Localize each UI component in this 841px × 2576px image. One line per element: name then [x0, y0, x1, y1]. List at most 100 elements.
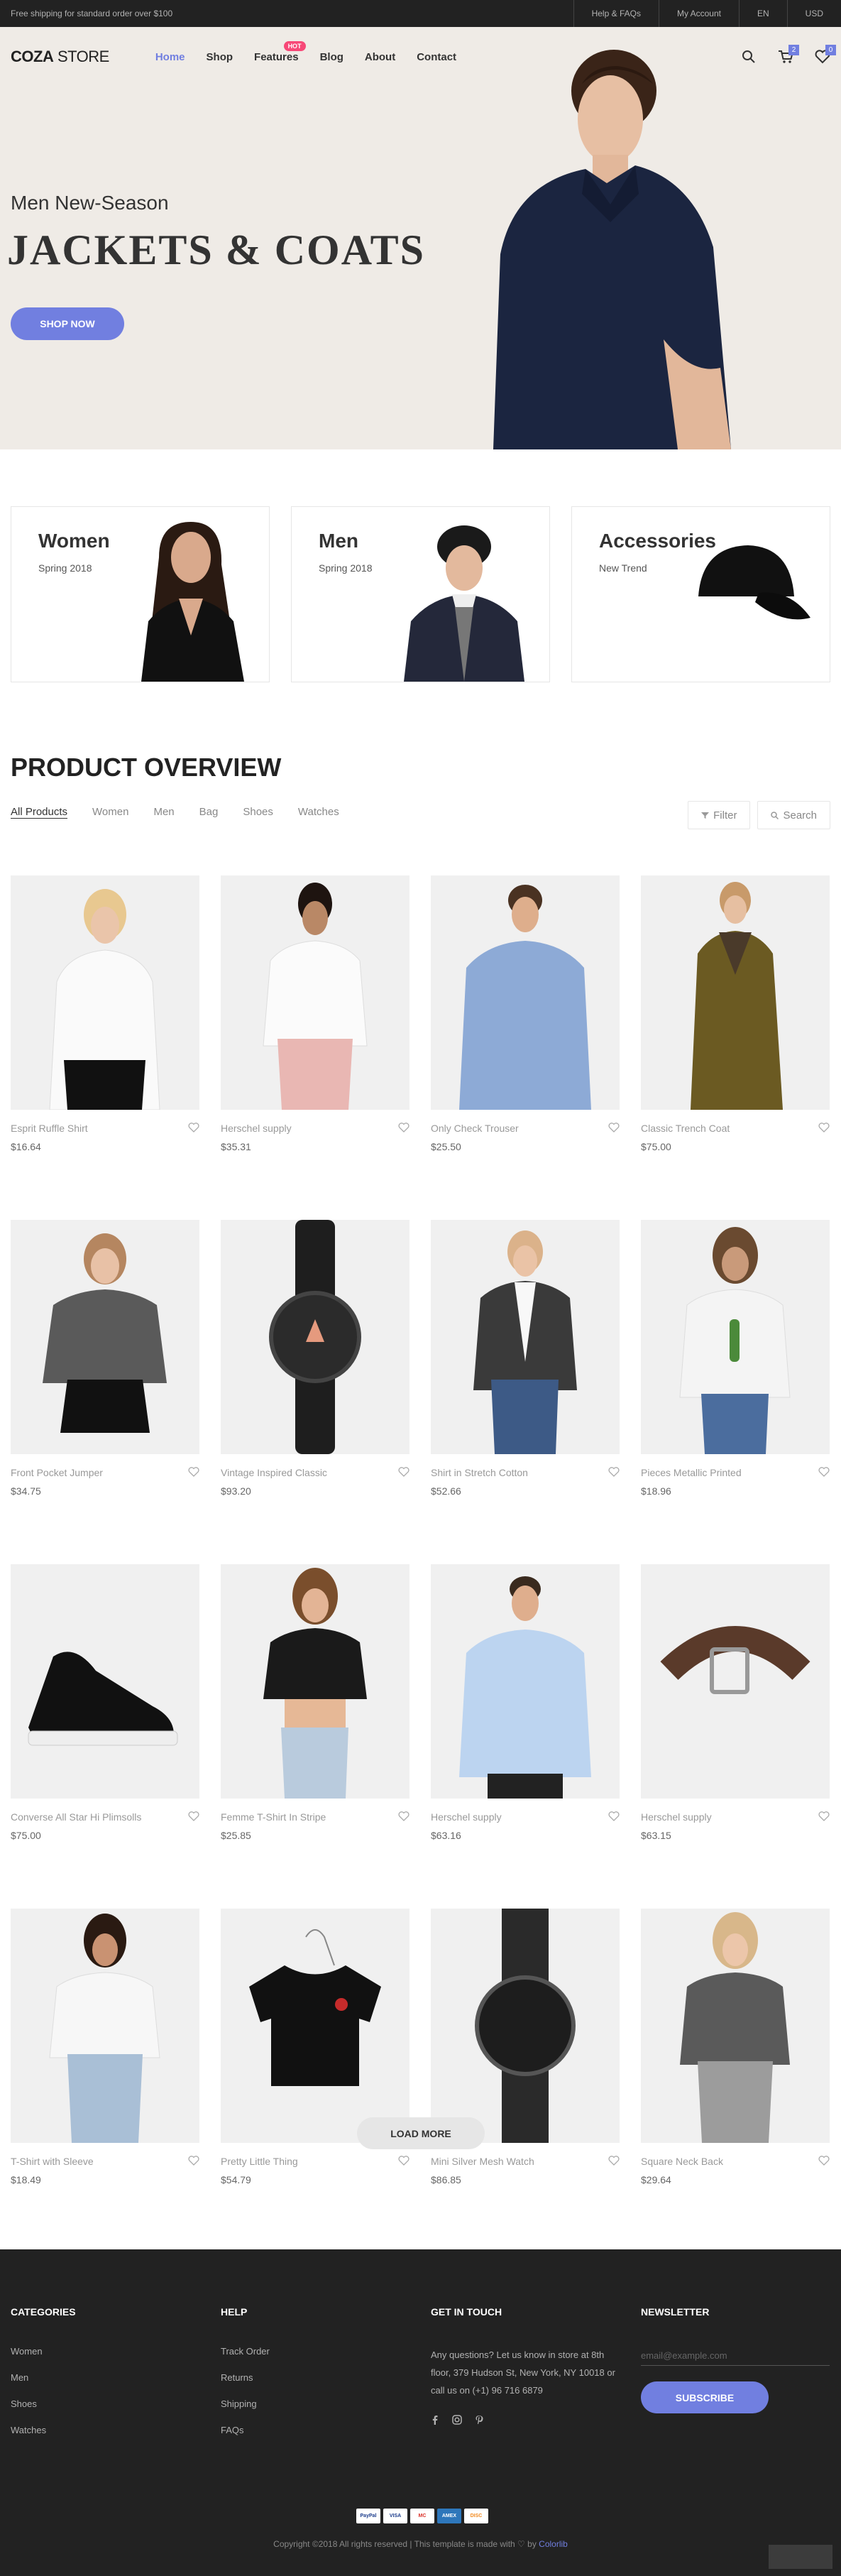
product-name[interactable]: Herschel supply: [641, 1811, 830, 1823]
nav-about[interactable]: About: [365, 51, 395, 63]
product-image[interactable]: [641, 1909, 830, 2143]
product-image[interactable]: [641, 1564, 830, 1799]
nav-contact[interactable]: Contact: [417, 51, 456, 63]
language-selector[interactable]: EN: [738, 0, 787, 27]
product-name[interactable]: Square Neck Back: [641, 2156, 830, 2167]
product-card[interactable]: T-Shirt with Sleeve $18.49: [11, 1909, 199, 2185]
colorlib-link[interactable]: Colorlib: [539, 2539, 568, 2549]
help-faqs-link[interactable]: Help & FAQs: [573, 0, 659, 27]
footer-link-women[interactable]: Women: [11, 2346, 199, 2357]
wishlist-heart-icon[interactable]: [608, 2156, 620, 2166]
wishlist-heart-icon[interactable]: [608, 1467, 620, 1477]
nav-shop[interactable]: Shop: [207, 51, 233, 63]
nav-features[interactable]: Features HOT: [254, 40, 306, 63]
product-name[interactable]: Vintage Inspired Classic: [221, 1467, 409, 1478]
product-card[interactable]: Vintage Inspired Classic $93.20: [221, 1220, 409, 1497]
product-image[interactable]: [641, 1220, 830, 1454]
wishlist-heart-icon[interactable]: [398, 1123, 409, 1133]
newsletter-email-input[interactable]: email@example.com: [641, 2346, 830, 2366]
product-card[interactable]: Esprit Ruffle Shirt $16.64: [11, 875, 199, 1152]
product-name[interactable]: Pieces Metallic Printed: [641, 1467, 830, 1478]
footer-link-shipping[interactable]: Shipping: [221, 2398, 409, 2409]
product-name[interactable]: Front Pocket Jumper: [11, 1467, 199, 1478]
facebook-icon[interactable]: [431, 2415, 439, 2425]
banner-accessories[interactable]: Accessories New Trend: [571, 506, 830, 682]
filter-women[interactable]: Women: [92, 806, 128, 819]
wishlist-heart-icon[interactable]: [818, 1811, 830, 1821]
search-icon[interactable]: [741, 49, 757, 65]
wishlist-heart-icon[interactable]: [608, 1123, 620, 1133]
load-more-button[interactable]: LOAD MORE: [357, 2117, 485, 2149]
shop-now-button[interactable]: SHOP NOW: [11, 307, 124, 340]
wishlist-heart-icon[interactable]: [818, 2156, 830, 2166]
product-card[interactable]: Herschel supply $63.15: [641, 1564, 830, 1841]
product-card[interactable]: Femme T-Shirt In Stripe $25.85: [221, 1564, 409, 1841]
cart-icon[interactable]: 2: [778, 45, 799, 65]
product-image[interactable]: [641, 875, 830, 1110]
product-image[interactable]: [221, 1220, 409, 1454]
nav-home[interactable]: Home: [155, 51, 185, 63]
wishlist-heart-icon[interactable]: [398, 1467, 409, 1477]
search-button[interactable]: Search: [757, 801, 830, 829]
product-image[interactable]: [221, 1564, 409, 1799]
product-image[interactable]: [431, 1909, 620, 2143]
wishlist-heart-icon[interactable]: [188, 1811, 199, 1821]
product-image[interactable]: [431, 1220, 620, 1454]
product-name[interactable]: Mini Silver Mesh Watch: [431, 2156, 620, 2167]
banner-men[interactable]: Men Spring 2018: [291, 506, 550, 682]
filter-watches[interactable]: Watches: [298, 806, 339, 819]
wishlist-icon[interactable]: 0: [815, 45, 836, 65]
filter-button[interactable]: Filter: [688, 801, 751, 829]
subscribe-button[interactable]: SUBSCRIBE: [641, 2381, 769, 2413]
filter-men[interactable]: Men: [153, 806, 174, 819]
product-image[interactable]: [431, 1564, 620, 1799]
nav-blog[interactable]: Blog: [320, 51, 343, 63]
my-account-link[interactable]: My Account: [658, 0, 739, 27]
pinterest-icon[interactable]: [475, 2415, 483, 2425]
product-image[interactable]: [221, 875, 409, 1110]
filter-bag[interactable]: Bag: [199, 806, 219, 819]
product-card[interactable]: Pieces Metallic Printed $18.96: [641, 1220, 830, 1497]
product-name[interactable]: Converse All Star Hi Plimsolls: [11, 1811, 199, 1823]
product-name[interactable]: Shirt in Stretch Cotton: [431, 1467, 620, 1478]
product-name[interactable]: Herschel supply: [431, 1811, 620, 1823]
product-card[interactable]: Herschel supply $63.16: [431, 1564, 620, 1841]
product-image[interactable]: [11, 875, 199, 1110]
wishlist-heart-icon[interactable]: [188, 1467, 199, 1477]
wishlist-heart-icon[interactable]: [818, 1123, 830, 1133]
wishlist-heart-icon[interactable]: [398, 1811, 409, 1821]
product-name[interactable]: Esprit Ruffle Shirt: [11, 1123, 199, 1134]
product-name[interactable]: T-Shirt with Sleeve: [11, 2156, 199, 2167]
wishlist-heart-icon[interactable]: [608, 1811, 620, 1821]
wishlist-heart-icon[interactable]: [818, 1467, 830, 1477]
product-name[interactable]: Classic Trench Coat: [641, 1123, 830, 1134]
banner-women[interactable]: Women Spring 2018: [11, 506, 270, 682]
product-card[interactable]: Converse All Star Hi Plimsolls $75.00: [11, 1564, 199, 1841]
logo[interactable]: COZA STORE: [11, 48, 109, 66]
wishlist-heart-icon[interactable]: [188, 1123, 199, 1133]
product-name[interactable]: Femme T-Shirt In Stripe: [221, 1811, 409, 1823]
product-image[interactable]: [11, 1564, 199, 1799]
footer-link-returns[interactable]: Returns: [221, 2372, 409, 2383]
footer-link-shoes[interactable]: Shoes: [11, 2398, 199, 2409]
product-card[interactable]: Front Pocket Jumper $34.75: [11, 1220, 199, 1497]
product-name[interactable]: Only Check Trouser: [431, 1123, 620, 1134]
wishlist-heart-icon[interactable]: [398, 2156, 409, 2166]
currency-selector[interactable]: USD: [786, 0, 841, 27]
filter-shoes[interactable]: Shoes: [243, 806, 273, 819]
product-image[interactable]: [221, 1909, 409, 2143]
product-name[interactable]: Pretty Little Thing: [221, 2156, 409, 2167]
wishlist-heart-icon[interactable]: [188, 2156, 199, 2166]
product-name[interactable]: Herschel supply: [221, 1123, 409, 1134]
product-card[interactable]: Herschel supply $35.31: [221, 875, 409, 1152]
footer-link-faqs[interactable]: FAQs: [221, 2425, 409, 2435]
product-card[interactable]: Square Neck Back $29.64: [641, 1909, 830, 2185]
product-image[interactable]: [11, 1220, 199, 1454]
product-image[interactable]: [11, 1909, 199, 2143]
product-card[interactable]: Only Check Trouser $25.50: [431, 875, 620, 1152]
footer-link-men[interactable]: Men: [11, 2372, 199, 2383]
product-image[interactable]: [431, 875, 620, 1110]
filter-all-products[interactable]: All Products: [11, 806, 68, 819]
product-card[interactable]: Classic Trench Coat $75.00: [641, 875, 830, 1152]
product-card[interactable]: Shirt in Stretch Cotton $52.66: [431, 1220, 620, 1497]
